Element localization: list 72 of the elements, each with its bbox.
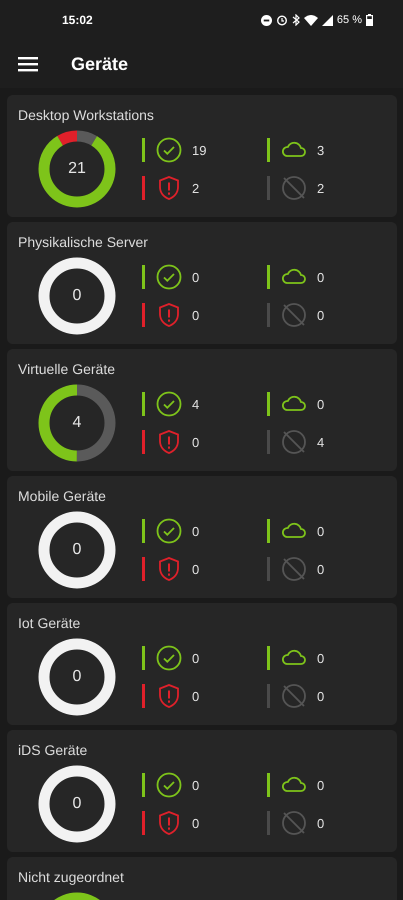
alarm-icon	[276, 14, 288, 26]
card-title: Virtuelle Geräte	[18, 361, 116, 378]
device-card[interactable]: Mobile Geräte 0 0 0 0 0	[7, 476, 397, 598]
shield-alert-icon	[156, 810, 182, 836]
shield-alert-icon	[156, 302, 182, 328]
battery-icon	[366, 14, 373, 26]
offline-count: 0	[317, 308, 324, 322]
card-title: Mobile Geräte	[18, 488, 107, 505]
ok-count: 19	[192, 142, 206, 158]
total-count: 21	[68, 160, 86, 178]
shield-alert-icon	[156, 175, 182, 201]
total-count: 0	[72, 795, 82, 813]
card-title: Iot Geräte	[18, 615, 82, 632]
alert-count: 0	[192, 434, 200, 450]
online-count: 0	[317, 396, 324, 412]
offline-count: 0	[317, 688, 324, 704]
crossed-circle-icon	[281, 683, 307, 709]
device-card[interactable]: iDS Geräte 0 0 0 0 0	[7, 730, 397, 852]
alert-count: 0	[192, 308, 200, 322]
alert-count: 0	[192, 562, 200, 576]
total-count: 0	[72, 541, 82, 559]
crossed-circle-icon	[281, 556, 307, 582]
device-card[interactable]: Nicht zugeordnet	[7, 857, 397, 900]
offline-count: 0	[317, 562, 324, 576]
card-title: Desktop Workstations	[18, 107, 155, 124]
shield-alert-icon	[156, 683, 182, 709]
card-title: iDS Geräte	[18, 742, 88, 759]
offline-count: 0	[317, 816, 324, 830]
crossed-circle-icon	[281, 429, 307, 455]
offline-count: 4	[317, 434, 324, 450]
card-title: Physikalische Server	[18, 234, 149, 251]
check-circle-icon	[156, 391, 182, 417]
crossed-circle-icon	[281, 302, 307, 328]
device-card[interactable]: Desktop Workstations 21 19 3 2 2	[7, 95, 397, 217]
online-count: 0	[317, 524, 324, 538]
battery-percent: 65 %	[336, 14, 362, 26]
online-count: 0	[317, 778, 324, 792]
ok-count: 0	[192, 524, 200, 538]
online-count: 0	[317, 650, 324, 666]
check-circle-icon	[156, 137, 182, 163]
device-card[interactable]: Virtuelle Geräte 4 4 0 0 4	[7, 349, 397, 471]
alert-count: 0	[192, 816, 200, 830]
status-time: 15:02	[62, 13, 93, 27]
bluetooth-icon	[292, 14, 300, 26]
device-card[interactable]: Physikalische Server 0 0 0 0 0	[7, 222, 397, 344]
total-count: 0	[72, 287, 82, 305]
card-title: Nicht zugeordnet	[18, 869, 125, 886]
do-not-disturb-icon	[260, 14, 272, 26]
check-circle-icon	[156, 264, 182, 290]
shield-alert-icon	[156, 556, 182, 582]
crossed-circle-icon	[281, 810, 307, 836]
total-count: 4	[72, 414, 82, 432]
device-card[interactable]: Iot Geräte 0 0 0 0 0	[7, 603, 397, 725]
signal-icon	[322, 14, 333, 26]
menu-icon[interactable]	[18, 56, 38, 72]
wifi-icon	[304, 14, 318, 26]
alert-count: 2	[192, 180, 200, 196]
ok-count: 0	[192, 650, 200, 666]
crossed-circle-icon	[281, 175, 307, 201]
ok-count: 0	[192, 778, 200, 792]
ok-count: 4	[192, 396, 200, 412]
total-count: 0	[72, 668, 82, 686]
alert-count: 0	[192, 688, 200, 704]
shield-alert-icon	[156, 429, 182, 455]
check-circle-icon	[156, 518, 182, 544]
check-circle-icon	[156, 772, 182, 798]
online-count: 3	[317, 142, 324, 158]
page-title: Geräte	[71, 54, 128, 74]
check-circle-icon	[156, 645, 182, 671]
online-count: 0	[317, 270, 324, 284]
ok-count: 0	[192, 270, 200, 284]
offline-count: 2	[317, 180, 324, 196]
